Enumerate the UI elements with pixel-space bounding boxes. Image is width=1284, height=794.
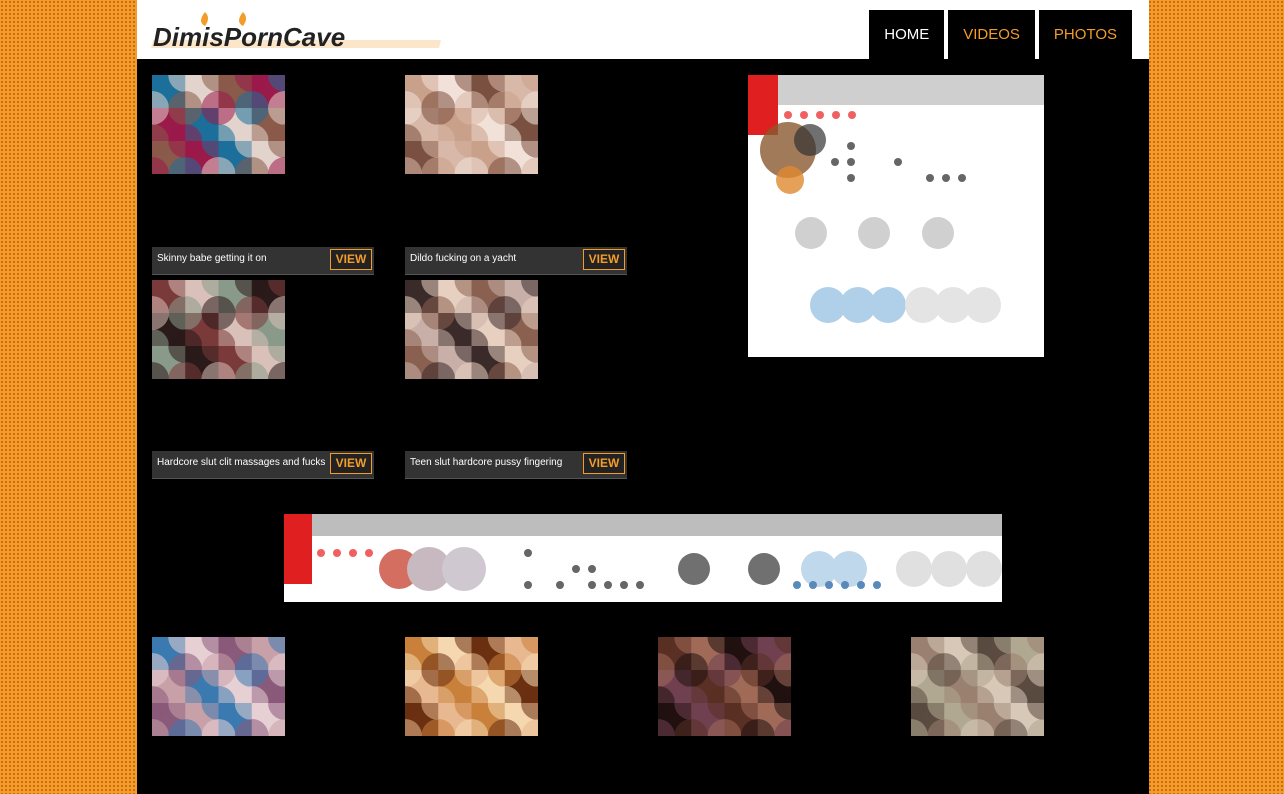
video-title: Teen slut hardcore pussy fingering <box>410 457 563 468</box>
video-thumbnail[interactable] <box>405 75 538 174</box>
view-button[interactable]: VIEW <box>330 453 372 474</box>
site-header: DimisPornCave HOME VIDEOS PHOTOS <box>137 0 1149 59</box>
logo-text-dimis: DimisPornCave <box>153 22 345 52</box>
nav-home[interactable]: HOME <box>869 10 945 59</box>
video-thumbnail[interactable] <box>658 637 791 736</box>
ad-image <box>284 514 1002 591</box>
video-title: Skinny babe getting it on <box>157 253 267 264</box>
video-title: Dildo fucking on a yacht <box>410 253 517 264</box>
video-thumbnail[interactable] <box>152 75 285 174</box>
video-caption-bar: Dildo fucking on a yacht VIEW <box>405 247 627 275</box>
video-thumbnail[interactable] <box>152 637 285 736</box>
video-caption-bar: Hardcore slut clit massages and fucks VI… <box>152 451 374 479</box>
nav-videos[interactable]: VIDEOS <box>948 10 1035 59</box>
video-thumbnail[interactable] <box>911 637 1044 736</box>
main-nav: HOME VIDEOS PHOTOS <box>869 10 1132 59</box>
video-title: Hardcore slut clit massages and fucks <box>157 457 326 468</box>
video-caption-bar: Teen slut hardcore pussy fingering VIEW <box>405 451 627 479</box>
view-button[interactable]: VIEW <box>330 249 372 270</box>
video-thumbnail[interactable] <box>152 280 285 379</box>
square-ad-banner[interactable] <box>748 75 1044 357</box>
page-container: DimisPornCave HOME VIDEOS PHOTOS Skinny … <box>137 0 1149 794</box>
video-caption-bar: Skinny babe getting it on VIEW <box>152 247 374 275</box>
site-logo[interactable]: DimisPornCave <box>151 8 443 52</box>
video-thumbnail[interactable] <box>405 280 538 379</box>
wide-ad-banner[interactable] <box>284 514 1002 602</box>
nav-photos[interactable]: PHOTOS <box>1038 10 1132 59</box>
video-thumbnail[interactable] <box>405 637 538 736</box>
view-button[interactable]: VIEW <box>583 453 625 474</box>
view-button[interactable]: VIEW <box>583 249 625 270</box>
ad-image <box>748 75 1044 323</box>
